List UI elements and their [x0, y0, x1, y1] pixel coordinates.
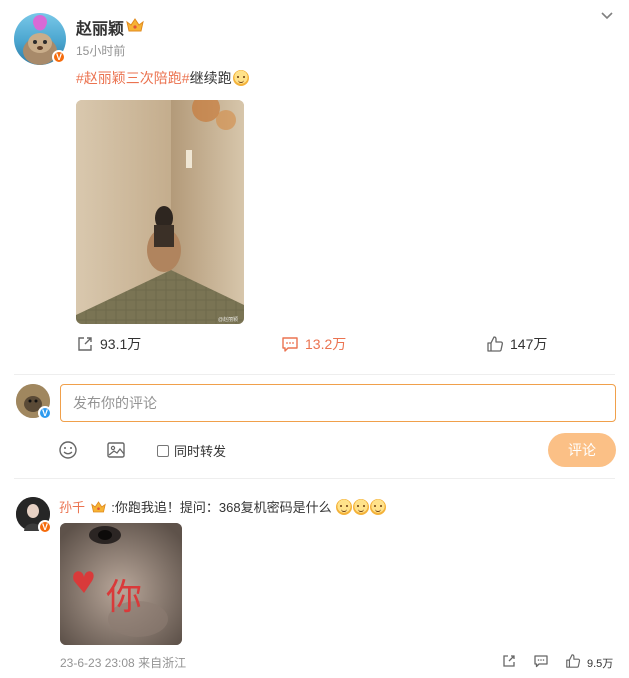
verified-badge-icon: V [38, 520, 52, 534]
post-photo: @赵丽颖 [76, 100, 244, 324]
repost-checkbox-label: 同时转发 [174, 444, 227, 459]
repost-count: 93.1万 [100, 336, 142, 352]
emoji-icon[interactable] [58, 440, 78, 460]
divider [14, 478, 615, 479]
comment-photo: 你 [60, 523, 182, 645]
submit-comment-button[interactable]: 评论 [548, 433, 616, 467]
reply-icon[interactable] [533, 653, 549, 669]
picture-icon[interactable] [106, 440, 126, 460]
repost-button[interactable]: 93.1万 [76, 334, 141, 354]
comment-meta: 23-6-23 23:08 来自浙江 [60, 654, 186, 671]
like-count: 147万 [510, 336, 548, 352]
post-time[interactable]: 15小时前 [76, 42, 125, 59]
checkbox-box[interactable] [157, 444, 169, 457]
image-watermark: @赵丽颖 [218, 316, 238, 323]
comment-icon [282, 337, 298, 352]
post-text: 继续跑 [189, 70, 232, 86]
divider [14, 374, 615, 375]
verified-badge-icon: V [52, 50, 66, 64]
repost-checkbox[interactable]: 同时转发 [157, 441, 226, 460]
comment-like-count: 9.5万 [587, 658, 614, 670]
chevron-down-icon[interactable] [599, 8, 615, 24]
comment-image[interactable]: 你 [60, 523, 182, 645]
emoji-icon [232, 70, 249, 86]
comment-source: 来自浙江 [138, 656, 187, 670]
comment-date: 23-6-23 23:08 [60, 656, 135, 670]
post-hashtag[interactable]: #赵丽颖三次陪跑# [76, 70, 190, 86]
thumbs-up-icon [487, 336, 503, 352]
comment-line: 孙千 :你跑我追！提问：368复机密码是什么 [59, 499, 387, 517]
thumbs-up-icon[interactable] [565, 653, 581, 669]
post-content: #赵丽颖三次陪跑#继续跑 [76, 68, 249, 88]
repost-icon [78, 337, 92, 351]
comment-count: 13.2万 [305, 336, 347, 352]
comment-image-text: 你 [106, 577, 142, 618]
comment-input[interactable] [60, 384, 616, 422]
commenter-name[interactable]: 孙千 [59, 500, 85, 515]
post-image[interactable]: @赵丽颖 [76, 100, 244, 324]
repost-icon[interactable] [501, 653, 517, 669]
comment-button[interactable]: 13.2万 [281, 334, 346, 354]
author-name-text[interactable]: 赵丽颖 [76, 21, 124, 38]
emoji-icon [336, 499, 353, 515]
comment-text: :你跑我追！提问：368复机密码是什么 [111, 500, 332, 515]
crown-icon [90, 501, 106, 513]
emoji-icon [353, 499, 370, 515]
crown-icon [126, 18, 144, 32]
emoji-icon [370, 499, 387, 515]
verified-badge-icon: V [38, 406, 52, 420]
author-name[interactable]: 赵丽颖 [76, 15, 124, 39]
like-button[interactable]: 147万 [486, 334, 547, 354]
